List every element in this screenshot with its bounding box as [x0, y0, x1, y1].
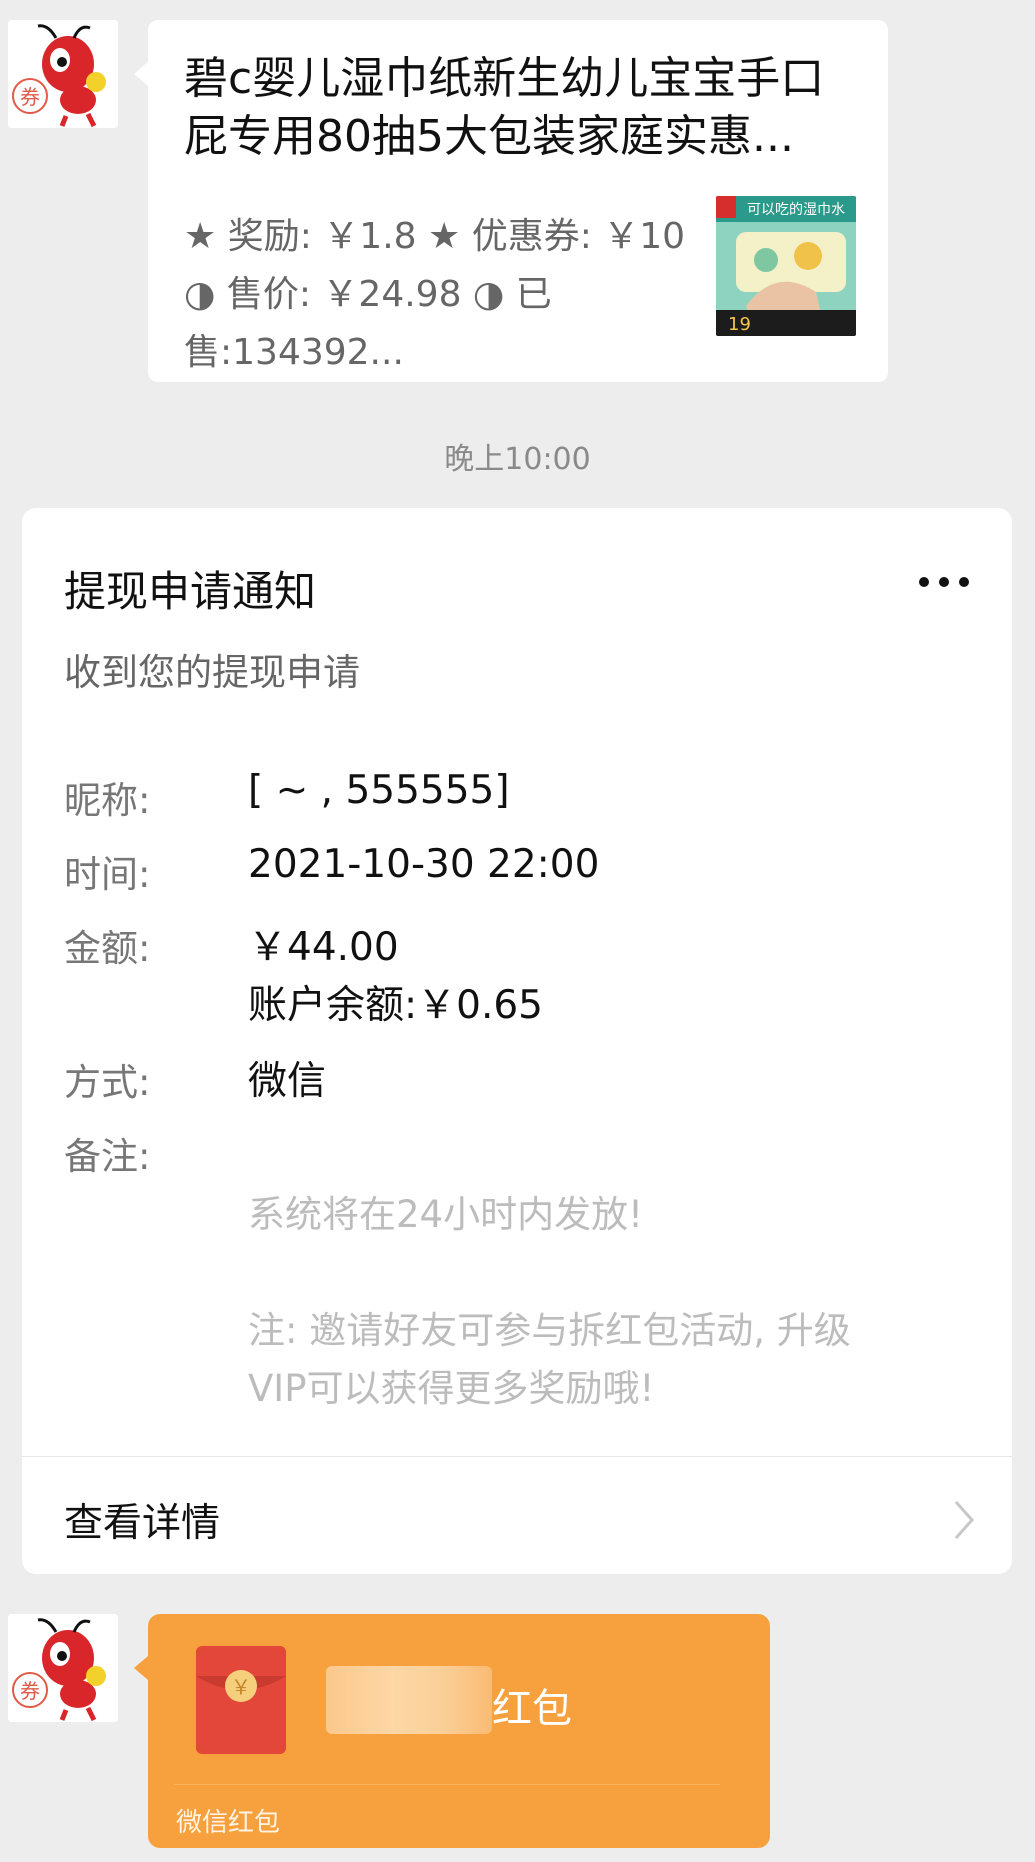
product-title-line-1: 碧c婴儿湿巾纸新生幼儿宝宝手口 [184, 53, 825, 104]
remark-line-1: 系统将在24小时内发放! [248, 1193, 643, 1236]
card-divider [22, 1456, 1012, 1457]
method-value: 微信 [248, 1059, 327, 1104]
time-label: 时间: [64, 853, 151, 896]
red-packet-title: 红包 [492, 1686, 572, 1732]
product-title: 碧c婴儿湿巾纸新生幼儿宝宝手口 屁专用80抽5大包装家庭实惠... [184, 50, 884, 166]
product-info: ★ 奖励: ￥1.8 ★ 优惠券: ￥10 ◑ 售价: ￥24.98 ◑ 已 售… [184, 208, 686, 382]
thumbnail-price: 19 [728, 314, 751, 335]
notice-subtitle: 收到您的提现申请 [64, 651, 360, 694]
blurred-greeting [326, 1666, 492, 1734]
sold-line: 售:134392... [184, 332, 404, 373]
sender-avatar-2[interactable]: 券 [8, 1614, 118, 1722]
coupon-badge: 券 [20, 85, 40, 109]
product-thumbnail: 可以吃的湿巾水 19 [716, 196, 856, 336]
balance-value: 账户余额:￥0.65 [248, 983, 543, 1028]
reward-coupon-line: ★ 奖励: ￥1.8 ★ 优惠券: ￥10 [184, 216, 686, 257]
message-timestamp: 晚上10:00 [444, 442, 591, 477]
nickname-label: 昵称: [64, 779, 151, 822]
red-packet-bubble[interactable]: ￥ 红包 微信红包 [134, 1614, 770, 1848]
chevron-right-icon [952, 1498, 978, 1542]
price-line: ◑ 售价: ￥24.98 ◑ 已 [184, 274, 552, 315]
nickname-value: [ ~ , 555555] [248, 768, 510, 813]
product-share-bubble[interactable]: 碧c婴儿湿巾纸新生幼儿宝宝手口 屁专用80抽5大包装家庭实惠... ★ 奖励: … [134, 20, 888, 382]
ant-mascot-icon: 券 [8, 1614, 118, 1722]
product-title-line-2: 屁专用80抽5大包装家庭实惠... [184, 111, 794, 162]
ant-mascot-icon: 券 [8, 20, 118, 128]
remark-line-3: VIP可以获得更多奖励哦! [248, 1367, 655, 1410]
amount-value: ￥44.00 [248, 925, 399, 970]
amount-label: 金额: [64, 927, 151, 970]
red-packet-footer: 微信红包 [176, 1808, 281, 1838]
red-envelope-icon: ￥ [196, 1646, 286, 1754]
coin-symbol: ￥ [231, 1675, 251, 1699]
remark-label: 备注: [64, 1135, 151, 1178]
withdrawal-notice-card[interactable]: 提现申请通知 收到您的提现申请 昵称: [ ~ , 555555] 时间: 20… [22, 508, 1012, 1574]
more-options-button[interactable] [916, 568, 972, 596]
method-label: 方式: [64, 1061, 151, 1104]
more-dots-icon [919, 577, 969, 587]
coupon-badge: 券 [20, 1679, 40, 1703]
sender-avatar[interactable]: 券 [8, 20, 118, 128]
time-value: 2021-10-30 22:00 [248, 842, 600, 887]
notice-title: 提现申请通知 [64, 567, 317, 616]
remark-line-2: 注: 邀请好友可参与拆红包活动, 升级 [248, 1309, 851, 1352]
thumbnail-caption: 可以吃的湿巾水 [747, 202, 845, 218]
view-details-link[interactable]: 查看详情 [64, 1492, 220, 1548]
red-packet-divider [174, 1784, 720, 1785]
